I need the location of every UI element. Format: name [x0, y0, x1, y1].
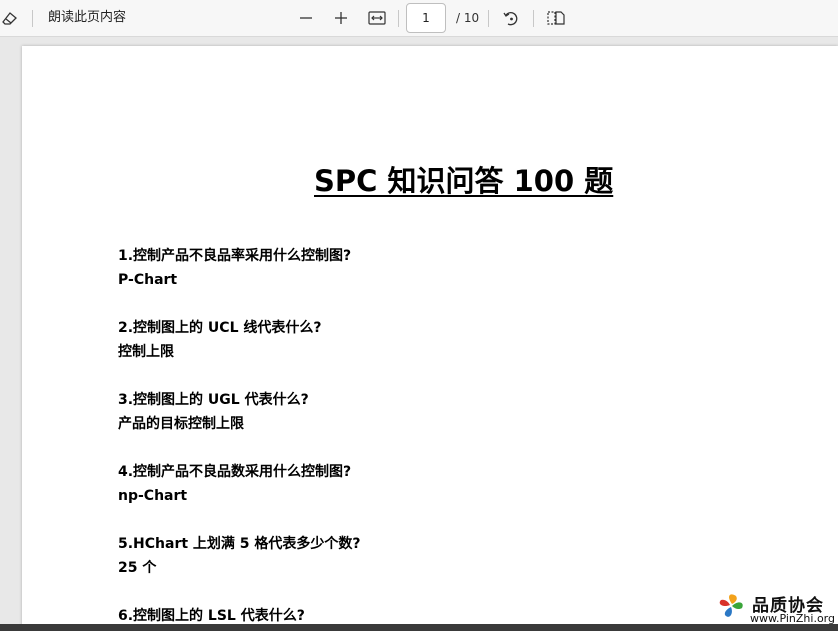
fit-width-icon[interactable] [366, 7, 388, 29]
answer-1: P-Chart [118, 272, 178, 288]
answer-3: 产品的目标控制上限 [118, 416, 244, 432]
page-view-icon[interactable] [545, 7, 567, 29]
zoom-out-icon[interactable] [295, 7, 317, 29]
question-5: 5.HChart 上划满 5 格代表多少个数? [118, 536, 361, 552]
pinzhi-logo-icon [719, 594, 743, 617]
bottom-edge [0, 624, 838, 631]
question-2: 2.控制图上的 UCL 线代表什么? [118, 320, 322, 336]
page-total: / 10 [456, 11, 480, 25]
answer-4: np-Chart [118, 488, 188, 504]
question-6: 6.控制图上的 LSL 代表什么? [118, 608, 305, 624]
answer-5: 25 个 [118, 560, 157, 576]
read-aloud-button[interactable]: 朗读此页内容 [48, 9, 126, 27]
toolbar-separator [398, 10, 399, 27]
zoom-in-icon[interactable] [330, 7, 352, 29]
rotate-icon[interactable] [500, 7, 522, 29]
question-1: 1.控制产品不良品率采用什么控制图? [118, 248, 352, 264]
document-title: SPC 知识问答 100 题 [314, 164, 614, 198]
eraser-icon[interactable] [0, 7, 20, 29]
pdf-toolbar: 朗读此页内容 1 / 10 [0, 0, 838, 37]
question-3: 3.控制图上的 UGL 代表什么? [118, 392, 309, 408]
toolbar-separator [488, 10, 489, 27]
toolbar-separator [32, 10, 33, 27]
watermark-logo: 品质协会 www.PinZhi.org [712, 590, 838, 626]
pdf-page: SPC 知识问答 100 题 1.控制产品不良品率采用什么控制图? P-Char… [22, 46, 838, 631]
page-number-input[interactable]: 1 [406, 3, 446, 33]
answer-2: 控制上限 [118, 344, 174, 360]
toolbar-separator [533, 10, 534, 27]
question-4: 4.控制产品不良品数采用什么控制图? [118, 464, 352, 480]
